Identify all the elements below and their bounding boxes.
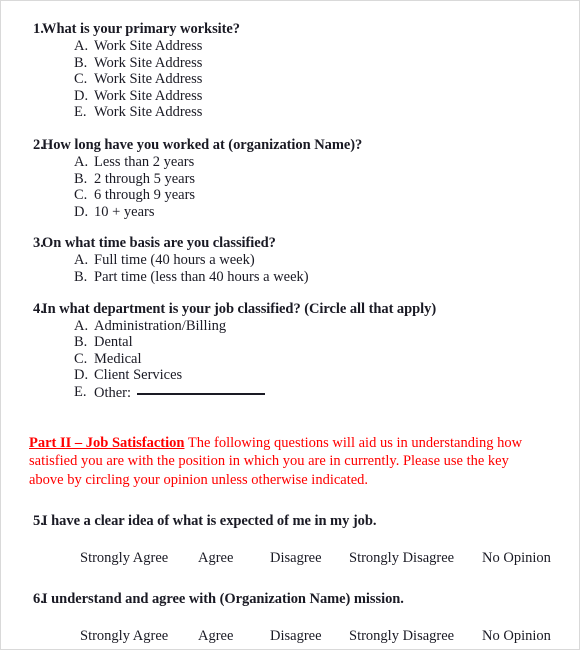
option-letter: D. bbox=[74, 87, 89, 104]
likert-option-disagree[interactable]: Disagree bbox=[270, 628, 349, 645]
likert-option-strongly-disagree[interactable]: Strongly Disagree bbox=[349, 628, 482, 645]
question-heading: 5. I have a clear idea of what is expect… bbox=[1, 513, 567, 530]
option-item[interactable]: B. Part time (less than 40 hours a week) bbox=[1, 269, 567, 286]
likert-option-strongly-disagree[interactable]: Strongly Disagree bbox=[349, 550, 482, 567]
option-item[interactable]: C. 6 through 9 years bbox=[1, 187, 567, 204]
option-text: Work Site Address bbox=[94, 71, 203, 88]
option-letter: D. bbox=[74, 367, 89, 384]
option-letter: A. bbox=[74, 317, 89, 334]
option-text: Less than 2 years bbox=[94, 153, 195, 170]
option-text: Work Site Address bbox=[94, 87, 203, 104]
question-block-4: 4. In what department is your job classi… bbox=[1, 301, 567, 402]
question-text: On what time basis are you classified? bbox=[42, 235, 276, 252]
question-heading: 4. In what department is your job classi… bbox=[1, 301, 567, 318]
option-item[interactable]: B. Work Site Address bbox=[1, 55, 567, 72]
option-item[interactable]: B. Dental bbox=[1, 334, 567, 351]
question-block-2: 2. How long have you worked at (organiza… bbox=[1, 137, 567, 220]
survey-content: 1. What is your primary worksite? A. Wor… bbox=[1, 1, 579, 645]
option-item[interactable]: A. Full time (40 hours a week) bbox=[1, 252, 567, 269]
option-item-other[interactable]: E. Other: bbox=[1, 384, 567, 402]
question-number: 1. bbox=[33, 21, 44, 37]
likert-option-no-opinion[interactable]: No Opinion bbox=[482, 550, 551, 567]
question-text: I have a clear idea of what is expected … bbox=[42, 513, 377, 529]
option-letter: C. bbox=[74, 71, 88, 88]
option-letter: D. bbox=[74, 203, 89, 220]
part-two-label: Part II – Job Satisfaction bbox=[29, 434, 185, 451]
question-text: In what department is your job classifie… bbox=[42, 300, 437, 317]
question-heading: 1. What is your primary worksite? bbox=[1, 21, 567, 38]
other-write-in-blank[interactable] bbox=[137, 384, 266, 395]
option-text: Work Site Address bbox=[94, 38, 203, 54]
option-text: 2 through 5 years bbox=[94, 170, 196, 187]
likert-option-agree[interactable]: Agree bbox=[198, 628, 270, 645]
likert-option-strongly-agree[interactable]: Strongly Agree bbox=[80, 550, 198, 567]
option-text: Work Site Address bbox=[94, 54, 203, 71]
question-heading: 3. On what time basis are you classified… bbox=[1, 235, 567, 252]
question-heading: 6. I understand and agree with (Organiza… bbox=[1, 591, 567, 608]
question-block-1: 1. What is your primary worksite? A. Wor… bbox=[1, 21, 567, 121]
option-letter: A. bbox=[74, 38, 89, 54]
option-list: A. Administration/Billing B. Dental C. M… bbox=[1, 318, 567, 402]
option-item[interactable]: A. Less than 2 years bbox=[1, 154, 567, 171]
option-item[interactable]: D. Client Services bbox=[1, 367, 567, 384]
survey-page: 1. What is your primary worksite? A. Wor… bbox=[0, 0, 580, 650]
option-letter: B. bbox=[74, 268, 88, 285]
option-letter: E. bbox=[74, 104, 87, 121]
option-letter: C. bbox=[74, 350, 88, 367]
option-letter: B. bbox=[74, 54, 88, 71]
likert-option-disagree[interactable]: Disagree bbox=[270, 550, 349, 567]
question-number: 5. bbox=[33, 513, 44, 529]
part-two-intro: Part II – Job Satisfaction The following… bbox=[1, 434, 567, 490]
option-letter: E. bbox=[74, 383, 87, 400]
question-block-3: 3. On what time basis are you classified… bbox=[1, 235, 567, 285]
option-text: Part time (less than 40 hours a week) bbox=[94, 268, 309, 285]
option-list: A. Less than 2 years B. 2 through 5 year… bbox=[1, 154, 567, 220]
question-heading: 2. How long have you worked at (organiza… bbox=[1, 137, 567, 154]
option-text: Work Site Address bbox=[94, 104, 203, 121]
option-list: A. Work Site Address B. Work Site Addres… bbox=[1, 38, 567, 121]
option-letter: C. bbox=[74, 187, 88, 204]
option-letter: A. bbox=[74, 252, 89, 269]
option-other-label: Other: bbox=[94, 384, 132, 401]
option-item[interactable]: A. Work Site Address bbox=[1, 38, 567, 55]
option-item[interactable]: C. Work Site Address bbox=[1, 71, 567, 88]
question-text: What is your primary worksite? bbox=[42, 21, 241, 37]
likert-scale-row: Strongly Agree Agree Disagree Strongly D… bbox=[1, 628, 567, 645]
likert-scale-row: Strongly Agree Agree Disagree Strongly D… bbox=[1, 550, 567, 567]
option-item[interactable]: C. Medical bbox=[1, 351, 567, 368]
option-text: 6 through 9 years bbox=[94, 187, 196, 204]
option-letter: B. bbox=[74, 334, 88, 351]
option-item[interactable]: A. Administration/Billing bbox=[1, 318, 567, 335]
option-text: Full time (40 hours a week) bbox=[94, 252, 255, 269]
question-text: I understand and agree with (Organizatio… bbox=[42, 591, 404, 607]
option-letter: A. bbox=[74, 153, 89, 170]
likert-option-no-opinion[interactable]: No Opinion bbox=[482, 628, 551, 645]
option-item[interactable]: D. 10 + years bbox=[1, 204, 567, 221]
likert-block-5: 5. I have a clear idea of what is expect… bbox=[1, 513, 567, 567]
question-text: How long have you worked at (organizatio… bbox=[42, 136, 363, 153]
question-number: 4. bbox=[33, 300, 44, 317]
question-number: 3. bbox=[33, 235, 44, 252]
option-text: Client Services bbox=[94, 367, 183, 384]
question-number: 6. bbox=[33, 591, 44, 607]
option-list: A. Full time (40 hours a week) B. Part t… bbox=[1, 252, 567, 285]
option-text-other: Other: bbox=[94, 384, 567, 402]
option-text: Dental bbox=[94, 334, 133, 351]
likert-option-agree[interactable]: Agree bbox=[198, 550, 270, 567]
likert-block-6: 6. I understand and agree with (Organiza… bbox=[1, 591, 567, 645]
likert-option-strongly-agree[interactable]: Strongly Agree bbox=[80, 628, 198, 645]
option-item[interactable]: E. Work Site Address bbox=[1, 104, 567, 121]
option-text: 10 + years bbox=[94, 203, 155, 220]
question-number: 2. bbox=[33, 136, 44, 153]
option-text: Administration/Billing bbox=[94, 317, 227, 334]
option-item[interactable]: D. Work Site Address bbox=[1, 88, 567, 105]
option-item[interactable]: B. 2 through 5 years bbox=[1, 171, 567, 188]
option-letter: B. bbox=[74, 170, 88, 187]
option-text: Medical bbox=[94, 350, 142, 367]
